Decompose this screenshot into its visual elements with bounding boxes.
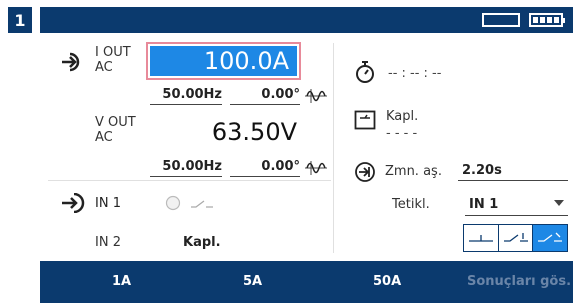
iout-label: I OUT AC <box>95 45 131 75</box>
waveform-icon[interactable] <box>305 161 327 175</box>
zmn-label: Zmn. aş. <box>385 164 442 179</box>
input-arrow-icon <box>62 193 85 213</box>
contact-open-icon <box>191 200 213 208</box>
contact-opening-icon <box>503 233 528 242</box>
iout-value: 100.0A <box>150 46 297 76</box>
zmn-value-field[interactable]: 2.20s <box>458 163 568 181</box>
trigger-mode-selector[interactable] <box>463 224 568 252</box>
bottom-nav: 1A 5A 50A Sonuçları gös. <box>40 261 573 303</box>
main-panel: I OUT AC 100.0A 50.00Hz 0.00° V OUT AC 63.… <box>40 33 573 261</box>
status-indicator-icon <box>482 13 520 27</box>
in2-value: Kapl. <box>183 235 221 250</box>
in1-label: IN 1 <box>95 196 121 211</box>
trigger-mode-closing[interactable] <box>464 225 498 251</box>
tab-1a[interactable]: 1A <box>112 274 131 289</box>
tab-show-results[interactable]: Sonuçları gös. <box>467 274 571 289</box>
stopwatch-icon <box>356 61 374 83</box>
trigger-select[interactable]: IN 1 <box>465 194 568 216</box>
status-led-icon <box>165 195 181 211</box>
timer-value: -- : -- : -- <box>388 66 442 81</box>
contact-closing-icon <box>468 235 493 242</box>
top-bar <box>40 7 573 33</box>
vout-value[interactable]: 63.50V <box>150 117 297 147</box>
column-divider <box>333 43 334 253</box>
in2-label: IN 2 <box>95 235 121 250</box>
waveform-icon[interactable] <box>305 89 327 103</box>
kapl-label: Kapl. <box>386 109 419 124</box>
output-arrow-icon <box>62 52 80 72</box>
vout-label: V OUT AC <box>95 115 136 145</box>
vout-frequency-field[interactable]: 50.00Hz <box>150 159 222 177</box>
contact-toggle-icon <box>538 232 563 242</box>
battery-icon <box>529 13 565 27</box>
section-divider <box>48 180 331 181</box>
trigger-mode-opening[interactable] <box>497 225 533 251</box>
tab-5a[interactable]: 5A <box>243 274 262 289</box>
iout-frequency-field[interactable]: 50.00Hz <box>150 87 222 105</box>
trip-indicator-icon <box>354 110 376 130</box>
tetikl-label: Tetikl. <box>392 197 430 212</box>
trigger-select-value: IN 1 <box>469 197 499 212</box>
vout-phase-field[interactable]: 0.00° <box>230 159 300 177</box>
trigger-mode-toggle[interactable] <box>532 225 568 251</box>
iout-phase-field[interactable]: 0.00° <box>230 87 300 105</box>
time-delay-icon <box>355 162 375 182</box>
iout-value-field[interactable]: 100.0A <box>146 42 301 80</box>
kapl-value: - - - - <box>386 126 418 141</box>
chevron-down-icon <box>554 200 564 206</box>
page-number-badge: 1 <box>8 7 32 33</box>
tab-50a[interactable]: 50A <box>373 274 401 289</box>
